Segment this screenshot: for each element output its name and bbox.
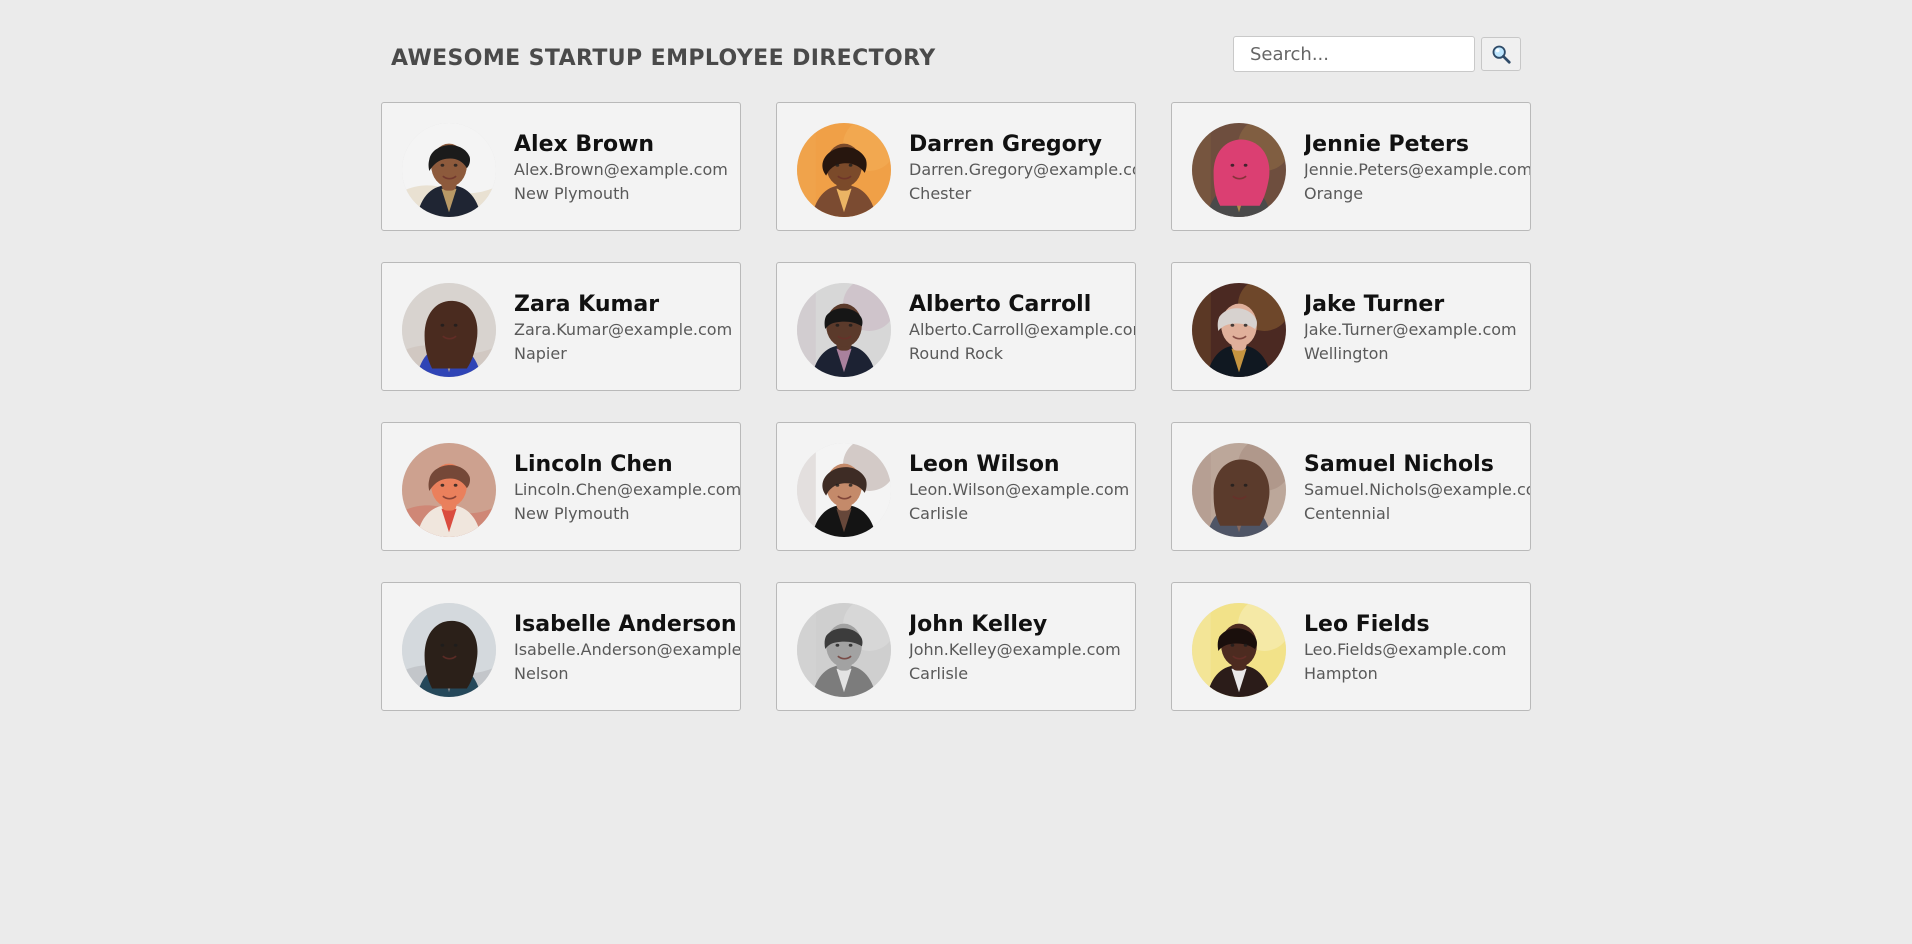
employee-email: Darren.Gregory@example.com (909, 160, 1136, 179)
avatar (402, 443, 496, 537)
employee-card[interactable]: Darren Gregory Darren.Gregory@example.com… (776, 102, 1136, 231)
avatar-image (1192, 123, 1286, 217)
employee-email: Samuel.Nichols@example.com (1304, 480, 1531, 499)
employee-info: Isabelle Anderson Isabelle.Anderson@examp… (514, 611, 741, 684)
avatar (1192, 283, 1286, 377)
avatar-image (1192, 283, 1286, 377)
employee-email: John.Kelley@example.com (909, 640, 1121, 659)
employee-name: Leon Wilson (909, 452, 1060, 477)
employee-name: Zara Kumar (514, 292, 660, 317)
employee-email: Zara.Kumar@example.com (514, 320, 733, 339)
employee-card[interactable]: Zara Kumar Zara.Kumar@example.com Napier (381, 262, 741, 391)
employee-card[interactable]: Alberto Carroll Alberto.Carroll@example.c… (776, 262, 1136, 391)
avatar (1192, 123, 1286, 217)
employee-name: Jake Turner (1304, 292, 1445, 317)
employee-city: New Plymouth (514, 504, 630, 523)
employee-gallery: Alex Brown Alex.Brown@example.com New Plym… (381, 102, 1531, 711)
employee-info: Jennie Peters Jennie.Peters@example.com Or… (1304, 131, 1531, 204)
search-input[interactable] (1233, 36, 1475, 72)
avatar-image (797, 603, 891, 697)
magnifier-icon (1492, 45, 1511, 64)
employee-city: Round Rock (909, 344, 1003, 363)
employee-card[interactable]: Leon Wilson Leon.Wilson@example.com Carlis… (776, 422, 1136, 551)
employee-card[interactable]: Jennie Peters Jennie.Peters@example.com Or… (1171, 102, 1531, 231)
employee-info: Jake Turner Jake.Turner@example.com Wellin… (1304, 291, 1530, 364)
avatar-image (797, 123, 891, 217)
employee-city: Wellington (1304, 344, 1389, 363)
avatar (402, 123, 496, 217)
employee-info: Alex Brown Alex.Brown@example.com New Plym… (514, 131, 740, 204)
employee-name: John Kelley (909, 612, 1048, 637)
employee-info: Leon Wilson Leon.Wilson@example.com Carlis… (909, 451, 1135, 524)
employee-card[interactable]: John Kelley John.Kelley@example.com Carlis… (776, 582, 1136, 711)
employee-email: Alberto.Carroll@example.com (909, 320, 1136, 339)
avatar-image (402, 603, 496, 697)
employee-city: Nelson (514, 664, 569, 683)
employee-info: Darren Gregory Darren.Gregory@example.com… (909, 131, 1136, 204)
employee-card[interactable]: Jake Turner Jake.Turner@example.com Wellin… (1171, 262, 1531, 391)
avatar-image (797, 283, 891, 377)
employee-card[interactable]: Leo Fields Leo.Fields@example.com Hampton (1171, 582, 1531, 711)
avatar (797, 603, 891, 697)
employee-name: Leo Fields (1304, 612, 1430, 637)
employee-email: Leo.Fields@example.com (1304, 640, 1507, 659)
avatar-image (402, 123, 496, 217)
employee-info: Zara Kumar Zara.Kumar@example.com Napier (514, 291, 740, 364)
avatar (402, 283, 496, 377)
employee-city: New Plymouth (514, 184, 630, 203)
header: AWESOME STARTUP EMPLOYEE DIRECTORY (381, 34, 1521, 82)
avatar (797, 283, 891, 377)
employee-email: Jake.Turner@example.com (1304, 320, 1517, 339)
employee-city: Napier (514, 344, 567, 363)
employee-info: Alberto Carroll Alberto.Carroll@example.c… (909, 291, 1136, 364)
employee-email: Isabelle.Anderson@example.com (514, 640, 741, 659)
employee-name: Jennie Peters (1304, 132, 1469, 157)
employee-info: Lincoln Chen Lincoln.Chen@example.com New … (514, 451, 741, 524)
employee-info: Leo Fields Leo.Fields@example.com Hampton (1304, 611, 1530, 684)
avatar-image (402, 443, 496, 537)
employee-name: Alberto Carroll (909, 292, 1092, 317)
employee-name: Darren Gregory (909, 132, 1102, 157)
avatar-image (797, 443, 891, 537)
employee-email: Jennie.Peters@example.com (1304, 160, 1531, 179)
avatar-image (402, 283, 496, 377)
search-button[interactable] (1481, 37, 1521, 71)
avatar (797, 443, 891, 537)
employee-info: Samuel Nichols Samuel.Nichols@example.com… (1304, 451, 1531, 524)
page-title: AWESOME STARTUP EMPLOYEE DIRECTORY (391, 46, 936, 71)
employee-email: Leon.Wilson@example.com (909, 480, 1130, 499)
search-form (1233, 36, 1521, 72)
avatar (1192, 443, 1286, 537)
employee-card[interactable]: Isabelle Anderson Isabelle.Anderson@examp… (381, 582, 741, 711)
employee-card[interactable]: Lincoln Chen Lincoln.Chen@example.com New … (381, 422, 741, 551)
avatar-image (1192, 443, 1286, 537)
employee-city: Chester (909, 184, 972, 203)
employee-card[interactable]: Samuel Nichols Samuel.Nichols@example.com… (1171, 422, 1531, 551)
employee-city: Orange (1304, 184, 1364, 203)
avatar-image (1192, 603, 1286, 697)
employee-city: Centennial (1304, 504, 1391, 523)
employee-name: Isabelle Anderson (514, 612, 737, 637)
avatar (797, 123, 891, 217)
employee-card[interactable]: Alex Brown Alex.Brown@example.com New Plym… (381, 102, 741, 231)
employee-city: Hampton (1304, 664, 1378, 683)
employee-email: Lincoln.Chen@example.com (514, 480, 741, 499)
employee-city: Carlisle (909, 504, 969, 523)
employee-city: Carlisle (909, 664, 969, 683)
employee-name: Samuel Nichols (1304, 452, 1494, 477)
avatar (402, 603, 496, 697)
avatar (1192, 603, 1286, 697)
employee-info: John Kelley John.Kelley@example.com Carlis… (909, 611, 1135, 684)
employee-name: Lincoln Chen (514, 452, 673, 477)
employee-name: Alex Brown (514, 132, 655, 157)
employee-email: Alex.Brown@example.com (514, 160, 728, 179)
